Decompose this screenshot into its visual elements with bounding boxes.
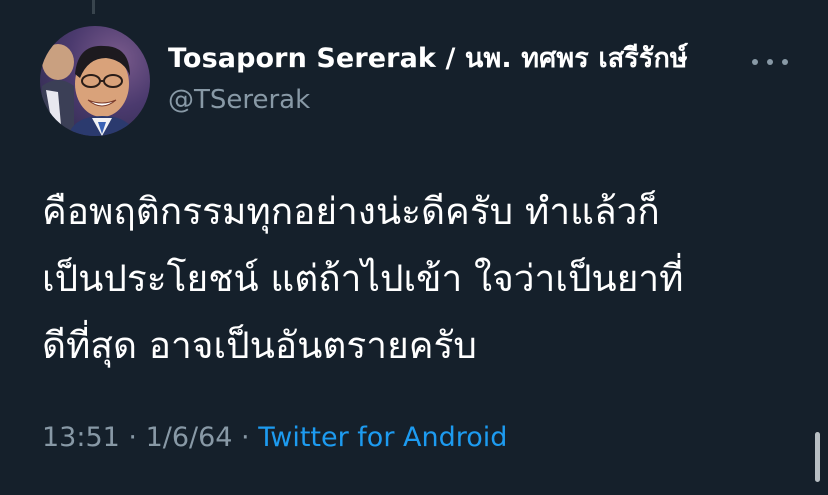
tweet-header: Tosaporn Sererak / นพ. ทศพร เสรีรักษ์ @T… bbox=[168, 40, 688, 120]
more-horizontal-icon-dot bbox=[767, 59, 773, 65]
avatar[interactable] bbox=[40, 26, 150, 136]
more-horizontal-icon-dot bbox=[782, 59, 788, 65]
author-handle[interactable]: @TSererak bbox=[168, 80, 688, 120]
meta-separator: · bbox=[232, 422, 259, 453]
tweet-text-line: ดีที่สุด อาจเป็นอันตรายครับ bbox=[42, 324, 477, 367]
more-horizontal-icon bbox=[752, 59, 758, 65]
top-edge bbox=[0, 0, 828, 14]
meta-separator: · bbox=[119, 422, 146, 453]
scrollbar[interactable] bbox=[815, 432, 820, 482]
tweet-source-link[interactable]: Twitter for Android bbox=[258, 422, 507, 453]
tweet-text-line: คือพฤติกรรมทุกอย่างน่ะดีครับ ทำแล้วก็ bbox=[42, 190, 660, 233]
tweet-time[interactable]: 13:51 bbox=[42, 422, 120, 453]
author-display-name[interactable]: Tosaporn Sererak / นพ. ทศพร เสรีรักษ์ bbox=[168, 40, 688, 78]
tweet-metadata: 13:51 · 1/6/64 · Twitter for Android bbox=[42, 418, 507, 458]
thread-connector-line bbox=[92, 0, 95, 14]
tweet-text: คือพฤติกรรมทุกอย่างน่ะดีครับ ทำแล้วก็ เป… bbox=[42, 178, 802, 379]
more-options-button[interactable] bbox=[752, 54, 788, 70]
tweet-text-line: เป็นประโยชน์ แต่ถ้าไปเข้า ใจว่าเป็นยาที่ bbox=[42, 257, 684, 300]
tweet-date[interactable]: 1/6/64 bbox=[146, 422, 233, 453]
profile-photo-icon bbox=[40, 44, 136, 136]
